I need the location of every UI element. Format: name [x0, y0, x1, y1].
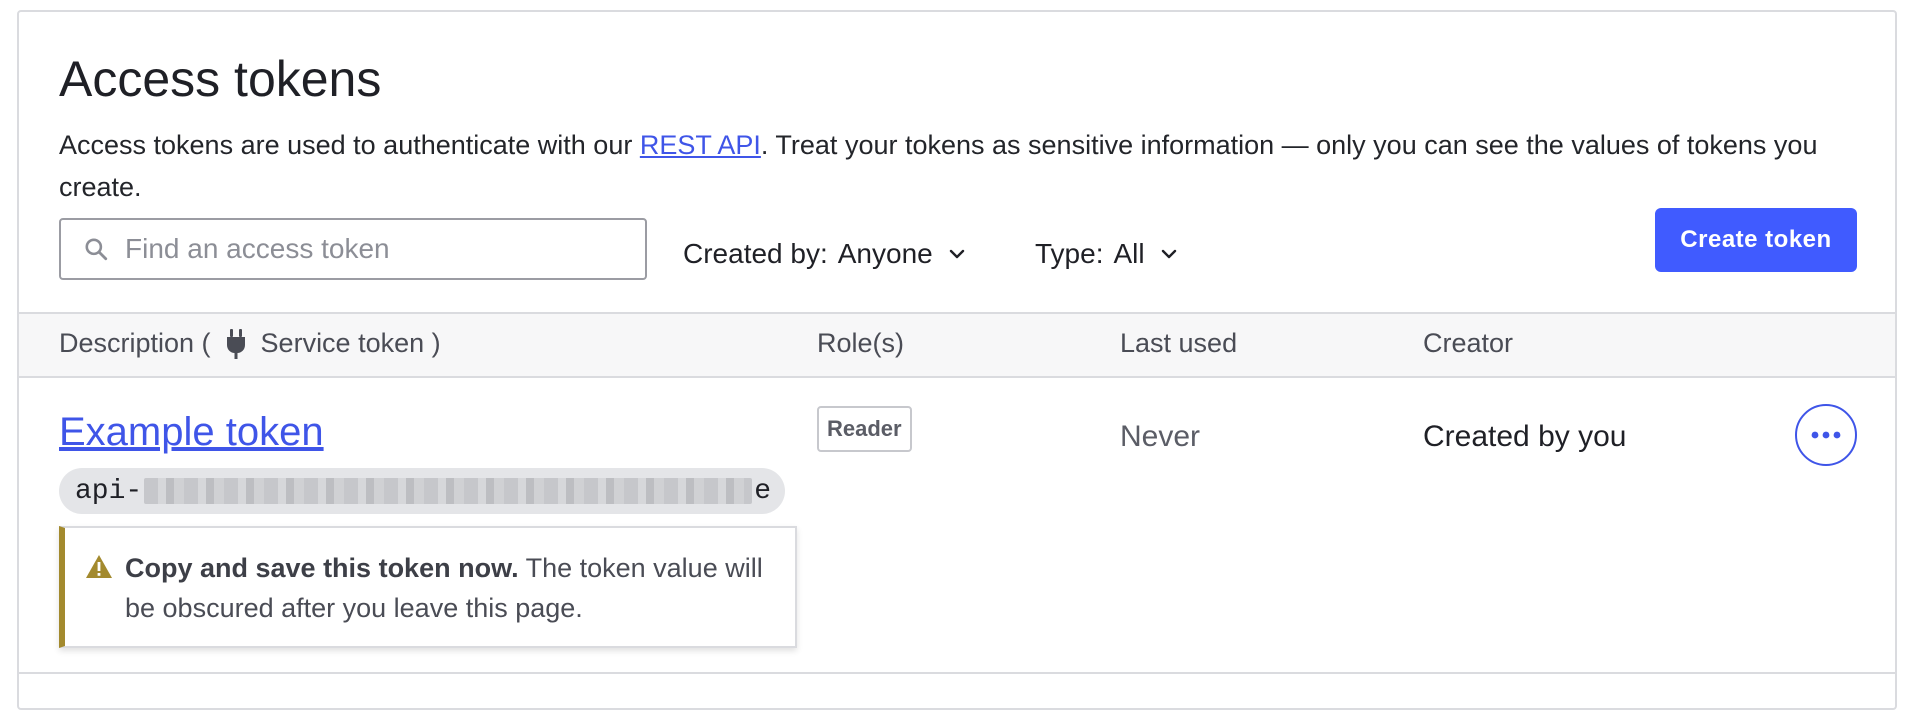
rest-api-link[interactable]: REST API	[640, 130, 761, 160]
create-token-button[interactable]: Create token	[1655, 208, 1857, 272]
chevron-down-icon	[1161, 249, 1176, 259]
column-header-description[interactable]: Description ( Service token )	[59, 328, 441, 359]
type-value: All	[1113, 238, 1145, 269]
created-by-label: Created by:	[683, 238, 828, 269]
table-header: Description ( Service token ) Role(s) La…	[19, 312, 1895, 378]
created-by-filter[interactable]: Created by: Anyone	[683, 238, 967, 270]
copy-token-warning: Copy and save this token now. The token …	[59, 526, 797, 648]
column-header-creator: Creator	[1423, 328, 1514, 358]
search-icon	[85, 238, 108, 261]
warning-message: Copy and save this token now. The token …	[125, 548, 775, 628]
token-obscured-value	[144, 478, 753, 504]
token-name-link[interactable]: Example token	[59, 410, 324, 455]
row-actions-button[interactable]	[1795, 404, 1857, 466]
role-badge: Reader	[817, 406, 912, 452]
token-prefix: api-	[75, 475, 143, 507]
page-description: Access tokens are used to authenticate w…	[59, 124, 1869, 208]
last-used-value: Never	[1120, 420, 1201, 453]
plug-icon	[226, 328, 245, 359]
row-divider	[19, 672, 1895, 674]
warning-icon	[86, 555, 112, 578]
search-input[interactable]	[123, 219, 645, 279]
token-suffix: e	[754, 475, 772, 507]
type-filter[interactable]: Type: All	[1035, 238, 1179, 270]
description-header-label: Description (	[59, 328, 211, 358]
service-token-label: Service token )	[260, 328, 441, 358]
description-text-start: Access tokens are used to authenticate w…	[59, 130, 640, 160]
column-header-roles: Role(s)	[817, 328, 905, 358]
page-title: Access tokens	[59, 51, 382, 107]
access-tokens-panel: Access tokens Access tokens are used to …	[17, 10, 1897, 710]
creator-value: Created by you	[1423, 420, 1627, 453]
created-by-value: Anyone	[837, 238, 933, 269]
token-value[interactable]: api- e	[59, 468, 785, 514]
search-box[interactable]	[59, 218, 647, 280]
column-header-last-used: Last used	[1120, 328, 1238, 358]
type-label: Type:	[1035, 238, 1104, 269]
chevron-down-icon	[949, 249, 964, 259]
more-horizontal-icon	[1811, 431, 1841, 439]
warning-bold-text: Copy and save this token now.	[125, 553, 519, 583]
